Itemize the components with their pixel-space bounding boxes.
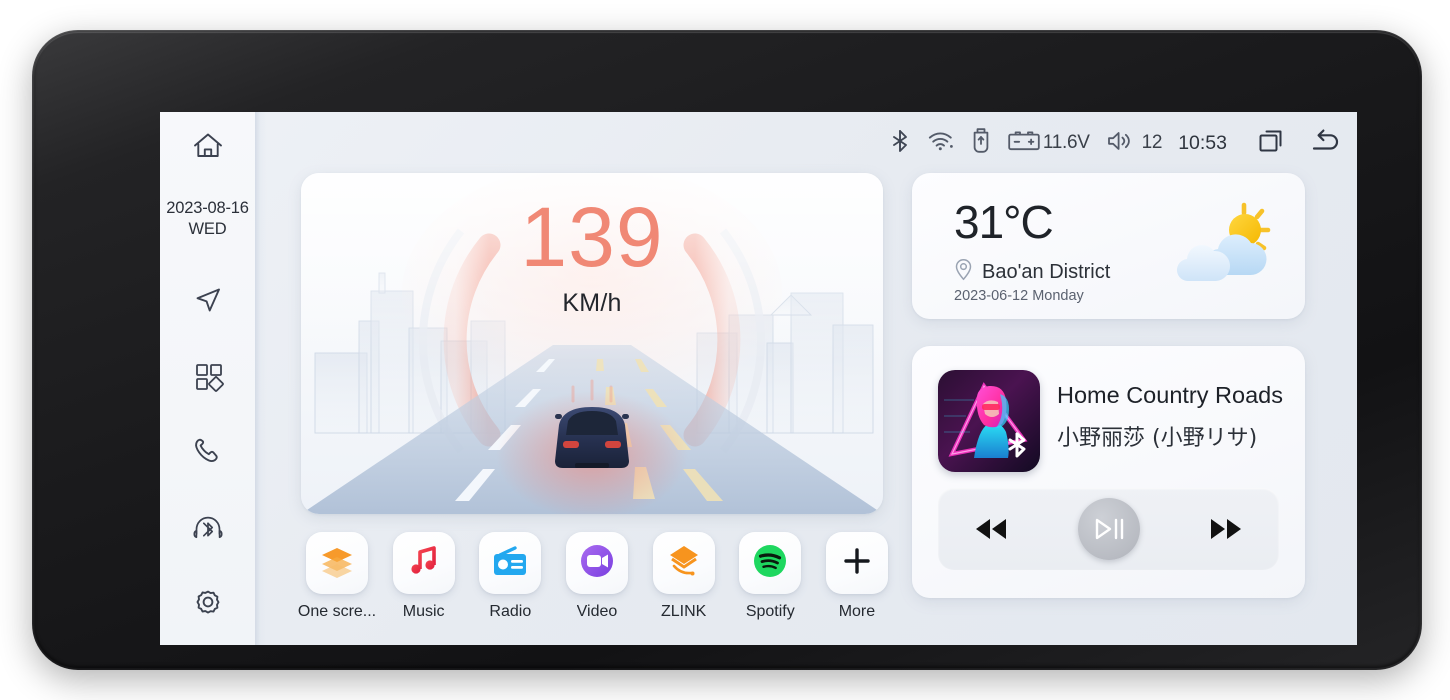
speed-unit: KM/h [562,289,622,317]
gear-icon [189,585,227,623]
dock-app-one-screen[interactable]: One scre... [297,532,377,642]
sidebar: 2023-08-16 WED [160,112,255,645]
status-wifi [927,129,955,158]
app-label: More [838,603,876,620]
back-arrow-icon [1309,125,1343,162]
prev-track-button[interactable] [972,516,1010,542]
app-tile[interactable] [652,532,715,594]
back-button[interactable] [1309,125,1343,162]
radio-icon [491,544,529,583]
car-battery-icon [1007,129,1041,158]
status-volume[interactable]: 12 [1106,129,1163,158]
app-label: ZLINK [660,603,707,620]
speaker-icon [1106,129,1134,158]
play-pause-button[interactable] [1077,498,1140,560]
status-usb [971,127,991,159]
weather-card[interactable]: 31°C Bao'an District 2023-06-12 Monday [912,173,1305,319]
zlink-icon [665,542,703,585]
app-tile[interactable] [479,532,542,594]
sidebar-divider [255,112,267,645]
app-tile[interactable] [565,532,628,594]
weather-location: Bao'an District [954,258,1110,286]
app-label: Radio [489,603,532,620]
music-note-icon [406,543,442,584]
bluetooth-icon [889,128,911,159]
sidebar-day-value: WED [188,220,227,238]
screen: 2023-08-16 WED 11.6V 12 10:53 139 KM/h 3… [160,112,1357,645]
dock-app-spotify[interactable]: Spotify [730,532,810,642]
weather-date: 2023-06-12 Monday [954,288,1084,304]
music-controls [938,488,1279,570]
dock-app-music[interactable]: Music [384,532,464,642]
volume-value: 12 [1141,132,1163,153]
sidebar-item-bluetooth-audio[interactable] [160,500,255,556]
plus-icon [840,544,874,583]
spotify-icon [751,542,789,585]
apps-grid-icon [190,358,226,394]
status-voltage: 11.6V [1007,129,1090,158]
app-label: Video [576,603,618,620]
music-title: Home Country Roads [1057,382,1283,408]
video-camera-icon [578,542,616,585]
location-pin-icon [954,258,973,286]
usb-icon [971,127,991,159]
status-clock: 10:53 [1178,132,1227,155]
app-label: One scre... [297,603,377,620]
wifi-icon [927,129,955,158]
app-tile[interactable] [306,532,368,594]
sidebar-date-value: 2023-08-16 [166,199,249,217]
dock-app-radio[interactable]: Radio [470,532,550,642]
app-tile[interactable] [392,532,455,594]
weather-temperature: 31°C [954,196,1054,248]
weather-location-value: Bao'an District [982,260,1111,283]
navigation-icon [189,281,227,319]
app-label: Music [402,603,445,620]
recent-apps-button[interactable] [1255,125,1287,162]
sidebar-item-navigation[interactable] [160,272,255,328]
speed-card[interactable]: 139 KM/h [301,173,883,514]
music-card[interactable]: Home Country Roads 小野丽莎 (小野リサ) [912,346,1305,598]
sidebar-item-apps[interactable] [160,348,255,404]
recent-apps-icon [1255,125,1287,162]
sidebar-item-home[interactable] [160,120,255,172]
clock-value: 10:53 [1178,131,1227,154]
phone-icon [189,433,227,471]
dock-app-video[interactable]: Video [557,532,637,642]
dock-app-more[interactable]: More [817,532,897,642]
sidebar-item-phone[interactable] [160,424,255,480]
app-tile[interactable] [825,532,888,594]
sidebar-item-settings[interactable] [160,576,255,632]
home-content: 139 KM/h 31°C Bao'an District 2023-06-12… [267,158,1343,637]
status-bluetooth [889,128,911,159]
music-artist: 小野丽莎 (小野リサ) [1057,426,1258,451]
app-tile[interactable] [739,532,802,594]
layers-icon [318,542,356,585]
device-bezel: 2023-08-16 WED 11.6V 12 10:53 139 KM/h 3… [32,30,1422,670]
voltage-value: 11.6V [1042,132,1090,153]
status-bar: 11.6V 12 10:53 [873,125,1343,161]
next-track-button[interactable] [1207,516,1245,542]
app-label: Spotify [745,603,795,620]
partly-cloudy-icon [1167,199,1275,289]
home-icon [190,128,226,164]
bluetooth-headset-icon [188,508,228,548]
dock-app-zlink[interactable]: ZLINK [644,532,724,642]
album-art[interactable] [938,370,1040,472]
app-dock: One scre... Music Radio Video ZLINK Spot… [297,532,897,642]
sidebar-date: 2023-08-16 WED [160,198,255,240]
speed-value: 139 [520,190,664,284]
